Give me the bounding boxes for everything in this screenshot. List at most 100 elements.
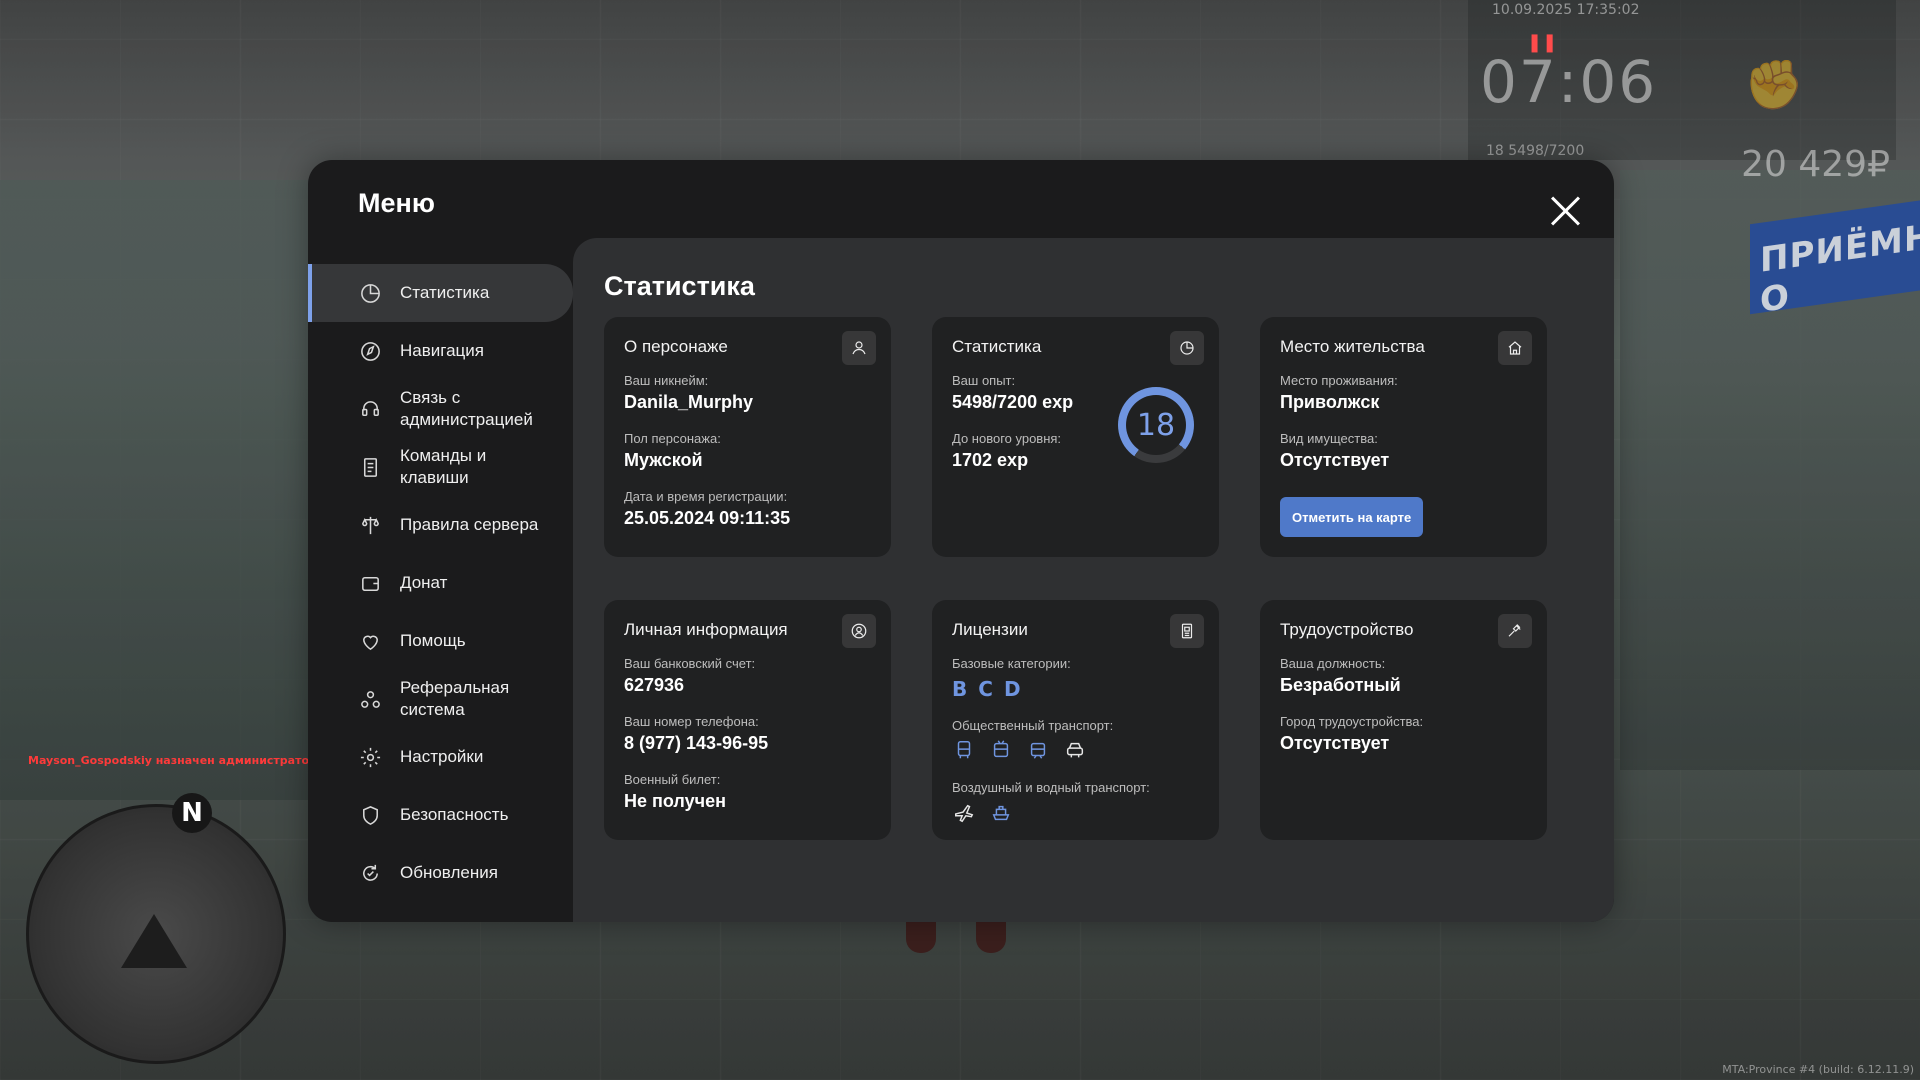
next-level-label: До нового уровня: bbox=[952, 431, 1062, 446]
hud-clock: 07:06 bbox=[1480, 48, 1658, 116]
exp-value: 5498/7200 exp bbox=[952, 392, 1074, 412]
sidebar-item-label: Безопасность bbox=[400, 805, 509, 824]
boat-icon bbox=[989, 801, 1013, 825]
sidebar-item-label: Навигация bbox=[400, 341, 484, 360]
license-category-d: D bbox=[1003, 677, 1021, 701]
sidebar-item-referral[interactable]: Реферальная система bbox=[308, 670, 573, 728]
sidebar-item-label: Донат bbox=[400, 573, 448, 592]
next-level-value: 1702 exp bbox=[952, 450, 1029, 470]
personal-info-card: Личная информация Ваш банковский счет: 6… bbox=[604, 600, 891, 840]
sidebar-item-settings[interactable]: Настройки bbox=[308, 728, 573, 786]
sidebar-item-label: Правила сервера bbox=[400, 515, 539, 534]
fist-icon: ✊ bbox=[1744, 57, 1804, 113]
mark-on-map-button[interactable]: Отметить на карте bbox=[1280, 497, 1424, 537]
menu-title: Меню bbox=[358, 188, 435, 218]
hud-level-exp: 18 5498/7200 bbox=[1486, 143, 1585, 159]
menu-window: Меню Статистика Навигация Связь с админи… bbox=[308, 160, 1614, 922]
position-value: Безработный bbox=[1280, 675, 1401, 695]
shield-icon bbox=[356, 801, 384, 829]
compass-icon bbox=[356, 337, 384, 365]
gender-value: Мужской bbox=[624, 450, 703, 470]
sidebar-item-label: Настройки bbox=[400, 747, 484, 766]
employment-city-value: Отсутствует bbox=[1280, 733, 1390, 753]
gear-icon bbox=[356, 743, 384, 771]
public-transport-icons bbox=[952, 738, 1087, 762]
exp-label: Ваш опыт: bbox=[952, 373, 1016, 388]
sidebar-item-statistics[interactable]: Статистика bbox=[308, 264, 573, 322]
wallet-icon bbox=[356, 569, 384, 597]
licenses-card: Лицензии Базовые категории: B C D Общест… bbox=[932, 600, 1219, 840]
card-title: Лицензии bbox=[952, 620, 1028, 639]
military-value: Не получен bbox=[624, 791, 726, 811]
home-icon bbox=[1498, 331, 1532, 365]
nickname-value: Danila_Murphy bbox=[624, 392, 754, 412]
menu-sidebar: Статистика Навигация Связь с администрац… bbox=[308, 264, 573, 902]
employment-city-label: Город трудоустройства: bbox=[1280, 714, 1424, 729]
statistics-icon bbox=[1170, 331, 1204, 365]
level-number: 18 bbox=[1126, 395, 1186, 455]
content-panel: Статистика О персонаже Ваш никнейм: Dani… bbox=[573, 238, 1614, 922]
sidebar-item-help[interactable]: Помощь bbox=[308, 612, 573, 670]
property-value: Отсутствует bbox=[1280, 450, 1390, 470]
sidebar-item-label: Статистика bbox=[400, 283, 490, 302]
profile-icon bbox=[842, 614, 876, 648]
sidebar-item-admin-contact[interactable]: Связь с администрацией bbox=[308, 380, 573, 438]
base-categories-label: Базовые категории: bbox=[952, 656, 1071, 671]
bank-value: 627936 bbox=[624, 675, 685, 695]
close-icon[interactable] bbox=[1546, 192, 1584, 230]
referral-icon bbox=[356, 685, 384, 713]
gender-label: Пол персонажа: bbox=[624, 431, 721, 446]
license-categories: B C D bbox=[952, 677, 1021, 701]
player-arrow-icon bbox=[121, 914, 187, 968]
card-title: О персонаже bbox=[624, 337, 728, 356]
document-icon bbox=[356, 453, 384, 481]
hud-money: 20 429₽ bbox=[1741, 144, 1890, 185]
public-transport-label: Общественный транспорт: bbox=[952, 718, 1114, 733]
radar-north: N bbox=[172, 793, 212, 833]
card-title: Место жительства bbox=[1280, 337, 1425, 356]
statistics-icon bbox=[356, 279, 384, 307]
hud-panel: 10.09.2025 17:35:02 ❚❚ 07:06 ✊ 18 5498/7… bbox=[1468, 0, 1896, 185]
sidebar-item-label: Команды и клавиши bbox=[400, 446, 487, 487]
license-category-c: C bbox=[978, 677, 993, 701]
character-feet bbox=[906, 918, 1006, 953]
sidebar-item-donate[interactable]: Донат bbox=[308, 554, 573, 612]
sidebar-item-navigation[interactable]: Навигация bbox=[308, 322, 573, 380]
residence-card: Место жительства Место проживания: Приво… bbox=[1260, 317, 1547, 557]
phone-value: 8 (977) 143-96-95 bbox=[624, 733, 769, 753]
employment-card: Трудоустройство Ваша должность: Безработ… bbox=[1260, 600, 1547, 840]
headset-icon bbox=[356, 395, 384, 423]
bank-label: Ваш банковский счет: bbox=[624, 656, 756, 671]
sidebar-item-updates[interactable]: Обновления bbox=[308, 844, 573, 902]
sidebar-item-security[interactable]: Безопасность bbox=[308, 786, 573, 844]
bus-icon bbox=[952, 738, 976, 762]
residence-value: Приволжск bbox=[1280, 392, 1380, 412]
air-water-transport-icons bbox=[952, 801, 1013, 825]
page-title: Статистика bbox=[604, 271, 755, 301]
build-info: MTA:Province #4 (build: 6.12.11.9) bbox=[1722, 1063, 1914, 1076]
statistics-card: Статистика Ваш опыт: 5498/7200 exp До но… bbox=[932, 317, 1219, 557]
sidebar-item-label: Помощь bbox=[400, 631, 466, 650]
sidebar-item-commands[interactable]: Команды и клавиши bbox=[308, 438, 573, 496]
help-icon bbox=[356, 627, 384, 655]
sidebar-item-label: Обновления bbox=[400, 863, 498, 882]
scales-icon bbox=[356, 511, 384, 539]
license-icon bbox=[1170, 614, 1204, 648]
property-label: Вид имущества: bbox=[1280, 431, 1378, 446]
taxi-icon bbox=[1063, 738, 1087, 762]
update-icon bbox=[356, 859, 384, 887]
license-category-b: B bbox=[952, 677, 968, 701]
sidebar-item-label: Связь с администрацией bbox=[400, 388, 533, 429]
card-title: Личная информация bbox=[624, 620, 788, 639]
trolleybus-icon bbox=[989, 738, 1013, 762]
nickname-label: Ваш никнейм: bbox=[624, 373, 709, 388]
hammer-icon bbox=[1498, 614, 1532, 648]
military-label: Военный билет: bbox=[624, 772, 721, 787]
card-title: Трудоустройство bbox=[1280, 620, 1414, 639]
registration-label: Дата и время регистрации: bbox=[624, 489, 788, 504]
hud-date: 10.09.2025 17:35:02 bbox=[1492, 2, 1640, 18]
sidebar-item-rules[interactable]: Правила сервера bbox=[308, 496, 573, 554]
sidebar-item-label: Реферальная система bbox=[400, 678, 510, 719]
air-water-transport-label: Воздушный и водный транспорт: bbox=[952, 780, 1150, 795]
card-title: Статистика bbox=[952, 337, 1042, 356]
